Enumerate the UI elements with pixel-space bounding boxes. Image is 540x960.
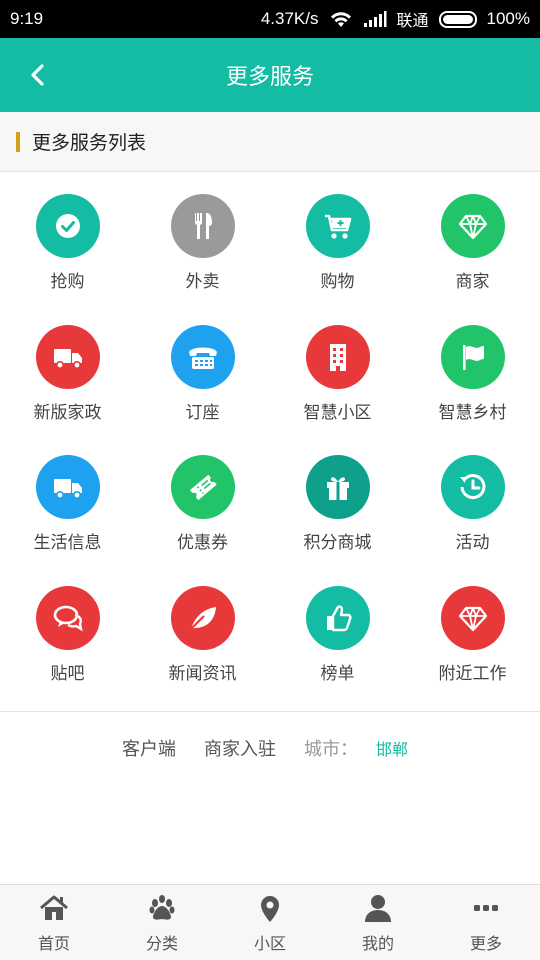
ticket-icon xyxy=(170,455,235,519)
battery-icon xyxy=(438,10,477,28)
section-title: 更多服务列表 xyxy=(32,132,147,154)
service-item[interactable]: 订座 xyxy=(135,324,270,456)
service-label: 外卖 xyxy=(185,272,220,292)
home-icon xyxy=(38,892,70,928)
service-item[interactable]: 购物 xyxy=(270,194,405,325)
service-item[interactable]: 生活信息 xyxy=(0,455,135,586)
service-label: 购物 xyxy=(320,272,355,292)
service-item[interactable]: 抢购 xyxy=(0,194,135,325)
bottom-tab-bar: 首页 分类 小区 我的 更多 xyxy=(0,884,540,960)
service-label: 活动 xyxy=(455,533,490,553)
service-label: 优惠券 xyxy=(177,533,228,553)
tab-item[interactable]: 我的 xyxy=(324,885,432,960)
service-item[interactable]: 智慧乡村 xyxy=(405,324,540,456)
section-accent-bar xyxy=(16,131,20,152)
paw-icon xyxy=(146,892,178,928)
signal-icon xyxy=(363,11,386,27)
client-link[interactable]: 客户端 xyxy=(122,735,176,761)
top-bar: 更多服务 xyxy=(0,38,540,112)
page-title: 更多服务 xyxy=(225,65,314,90)
tab-label: 首页 xyxy=(37,933,70,953)
service-item[interactable]: 新版家政 xyxy=(0,324,135,456)
service-grid: 抢购 外卖 购物 商家新版家政 订座 智慧小区 智慧乡村生活信息 优惠券 积分商城 活动贴吧 新闻资… xyxy=(0,172,540,712)
service-item[interactable]: 商家 xyxy=(405,194,540,325)
service-label: 新闻资讯 xyxy=(168,663,237,684)
service-label: 生活信息 xyxy=(33,533,102,553)
service-item[interactable]: 新闻资讯 xyxy=(135,585,270,717)
leaf-icon xyxy=(170,585,235,650)
service-label: 新版家政 xyxy=(33,402,102,423)
telephone-icon xyxy=(170,324,235,389)
city-value[interactable]: 邯郸 xyxy=(376,736,408,760)
network-speed: 4.37K/s xyxy=(260,9,319,28)
city-selector: 城市： 邯郸 xyxy=(304,735,408,761)
status-bar: 9:19 4.37K/s 联通 100% xyxy=(0,0,540,38)
service-item[interactable]: 智慧小区 xyxy=(270,324,405,456)
more-dots-icon xyxy=(470,892,502,928)
service-item[interactable]: 附近工作 xyxy=(405,585,540,717)
tab-label: 分类 xyxy=(145,933,178,953)
service-label: 智慧乡村 xyxy=(438,402,507,423)
fork-knife-icon xyxy=(170,194,235,258)
section-header: 更多服务列表 xyxy=(0,112,540,172)
flag-icon xyxy=(440,324,505,389)
tab-item[interactable]: 首页 xyxy=(0,885,108,960)
diamond-icon xyxy=(440,194,505,258)
diamond-icon xyxy=(440,585,505,650)
service-label: 订座 xyxy=(185,402,220,423)
tab-label: 小区 xyxy=(253,933,286,953)
battery-level: 100% xyxy=(486,9,530,28)
user-icon xyxy=(362,892,394,928)
tab-item[interactable]: 更多 xyxy=(432,885,540,960)
tab-item[interactable]: 分类 xyxy=(108,885,216,960)
check-icon xyxy=(35,194,100,258)
service-item[interactable]: 外卖 xyxy=(135,194,270,325)
tab-item[interactable]: 小区 xyxy=(216,885,324,960)
location-pin-icon xyxy=(254,892,286,928)
status-time: 9:19 xyxy=(10,9,44,28)
thumbs-up-icon xyxy=(305,585,370,650)
service-label: 智慧小区 xyxy=(303,402,372,423)
merchant-join-link[interactable]: 商家入驻 xyxy=(204,735,276,761)
service-item[interactable]: 优惠券 xyxy=(135,455,270,586)
shopping-cart-icon xyxy=(305,194,370,258)
footer-links: 客户端 商家入驻 城市： 邯郸 xyxy=(0,712,540,784)
tab-label: 我的 xyxy=(361,933,394,953)
service-label: 附近工作 xyxy=(438,663,507,684)
city-label: 城市： xyxy=(303,739,358,760)
service-label: 积分商城 xyxy=(303,533,372,553)
service-label: 贴吧 xyxy=(50,663,85,684)
building-icon xyxy=(305,324,370,389)
service-label: 商家 xyxy=(455,272,490,292)
service-item[interactable]: 贴吧 xyxy=(0,585,135,717)
chat-icon xyxy=(35,585,100,650)
carrier-label: 联通 xyxy=(396,11,429,30)
service-item[interactable]: 活动 xyxy=(405,455,540,586)
truck-icon xyxy=(35,455,100,519)
status-indicators: 4.37K/s 联通 100% xyxy=(261,7,530,31)
service-label: 抢购 xyxy=(50,272,85,292)
service-item[interactable]: 积分商城 xyxy=(270,455,405,586)
truck-icon xyxy=(35,324,100,389)
service-item[interactable]: 榜单 xyxy=(270,585,405,717)
tab-label: 更多 xyxy=(469,933,502,953)
gift-icon xyxy=(305,455,370,519)
service-label: 榜单 xyxy=(320,663,355,684)
back-arrow-icon[interactable] xyxy=(26,62,52,88)
history-icon xyxy=(440,455,505,519)
wifi-icon xyxy=(330,12,351,27)
